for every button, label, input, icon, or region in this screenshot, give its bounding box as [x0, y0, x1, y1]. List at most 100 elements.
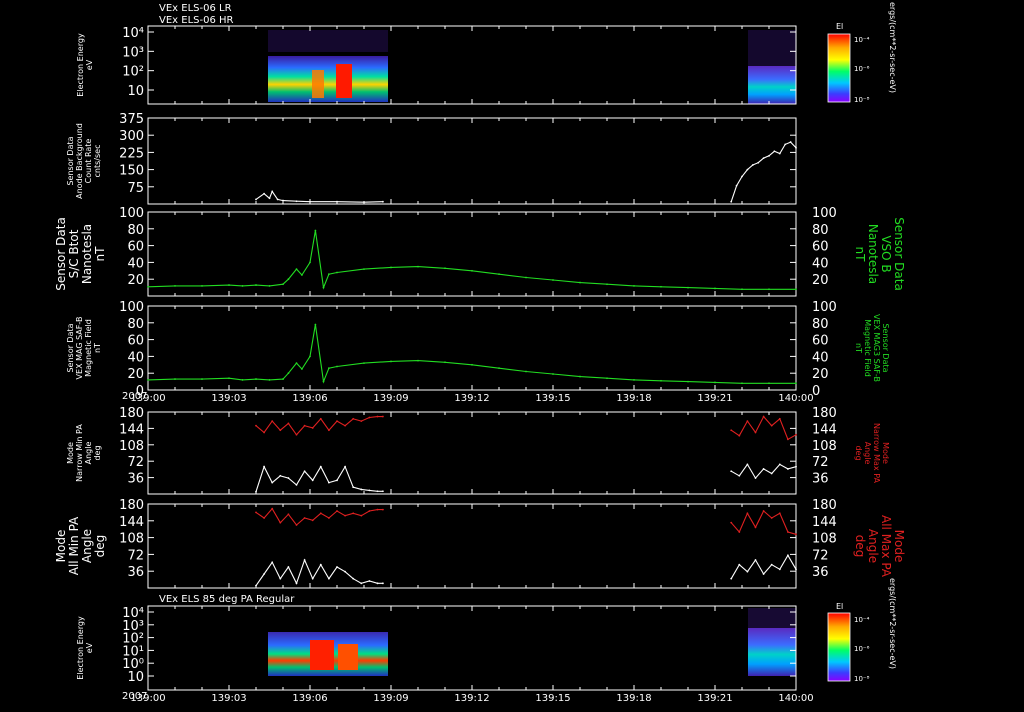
y-axis-label-line: deg	[93, 445, 102, 460]
data-point	[444, 267, 446, 270]
data-point	[352, 512, 355, 515]
data-point	[773, 150, 776, 153]
colorbar-bottom-label: El	[836, 602, 843, 611]
y-tick-label-right: 36	[812, 565, 829, 580]
y-tick-label: 10	[127, 84, 144, 99]
y-tick-label: 20	[127, 367, 144, 382]
y-axis-label-line: Nanotesla	[80, 224, 94, 284]
data-point	[768, 382, 770, 385]
panel-frame	[147, 605, 797, 691]
y-tick-label-right: 108	[812, 532, 837, 547]
footer-title: VEx ELS 85 deg PA Regular	[159, 594, 295, 605]
data-point	[795, 288, 797, 291]
panel-frame	[147, 503, 797, 589]
data-point	[319, 417, 322, 420]
data-point	[228, 377, 230, 380]
data-point	[271, 420, 274, 423]
data-point	[444, 361, 446, 364]
data-point	[268, 285, 271, 287]
y-tick-label-right: 60	[812, 334, 829, 349]
y-tick-label: 375	[119, 112, 144, 127]
data-point	[328, 577, 330, 580]
data-point	[322, 286, 325, 289]
data-point	[778, 512, 781, 515]
data-point	[336, 365, 338, 368]
data-point	[360, 514, 363, 517]
y-axis-label-line: cnts/sec	[93, 145, 102, 178]
data-point	[147, 285, 149, 288]
y-tick-label-right: 100	[812, 206, 837, 221]
data-point	[282, 378, 284, 380]
data-point	[336, 271, 338, 274]
data-point	[255, 490, 257, 493]
data-point	[390, 360, 392, 363]
data-point	[344, 465, 346, 468]
data-point	[633, 285, 635, 287]
data-point	[279, 577, 282, 580]
data-point	[382, 582, 384, 585]
data-point	[255, 584, 257, 587]
data-point	[303, 424, 306, 427]
heatmap-bottom-band-block	[748, 628, 796, 676]
y-tick-label: 80	[127, 223, 144, 238]
y-axis-label: ModeAll Min PAAngledeg	[54, 516, 107, 575]
data-point	[336, 200, 338, 203]
data-point	[730, 577, 733, 580]
y-tick-label-right: 60	[812, 240, 829, 255]
heatmap-top-band-block	[268, 56, 388, 102]
y-axis-label-right: ModeNarrow Max PAAngledeg	[854, 423, 890, 484]
panel-frame	[147, 211, 797, 297]
y-axis-label: ModeNarrow Min PAAngledeg	[66, 424, 102, 482]
data-point	[352, 577, 355, 580]
heatmap-bottom	[268, 608, 796, 676]
data-point	[525, 370, 527, 373]
data-point	[768, 288, 770, 291]
data-point	[746, 570, 749, 573]
series-line	[730, 415, 797, 441]
data-point	[382, 490, 384, 493]
data-point	[730, 521, 733, 524]
colorbar-bottom-tick: 10⁻⁶	[854, 645, 870, 653]
data-point	[255, 511, 257, 514]
data-point	[751, 164, 754, 166]
data-point	[263, 431, 265, 434]
data-point	[336, 510, 338, 512]
data-point	[363, 268, 365, 271]
colorbar-top-label: El	[836, 22, 843, 31]
data-point	[287, 422, 290, 425]
data-point	[757, 161, 760, 164]
data-point	[660, 285, 662, 288]
y-tick-label-right: 40	[812, 256, 829, 271]
plot-stage: VEx ELS-06 LR VEx ELS-06 HR VEx ELS 85 d…	[0, 0, 1024, 708]
colorbar-top-gradient	[827, 33, 851, 103]
panel-p2: 375 300 225 150 75 Sensor DataAnode Backgroun…	[66, 112, 797, 205]
heatmap-top-noise-block	[268, 30, 388, 52]
data-point	[255, 284, 257, 286]
data-point	[309, 355, 311, 358]
y-tick-label: 180	[119, 406, 144, 421]
time-tick-label: 139:12	[454, 693, 489, 704]
colorbar-top-tick: 10⁻⁸	[854, 96, 870, 104]
y-tick-label: 10	[127, 670, 144, 685]
data-point	[746, 463, 749, 466]
data-point	[271, 507, 274, 510]
y-axis-label-line: Electron Energy	[76, 33, 85, 97]
y-tick-label: 36	[127, 565, 144, 580]
series-line	[255, 465, 383, 492]
data-point	[314, 323, 317, 326]
panel-p1: 10⁴ 10³ 10² 10 Electron EnergyeV	[76, 25, 797, 105]
y-tick-label: 108	[119, 439, 144, 454]
y-tick-label: 60	[127, 240, 144, 255]
time-tick-label: 139:00	[130, 693, 165, 704]
time-tick-label: 139:18	[616, 693, 651, 704]
series-line	[147, 324, 796, 384]
data-point	[319, 563, 322, 566]
y-axis-label-line: eV	[85, 59, 94, 70]
y-axis-label-right-line: Sensor Data	[881, 323, 890, 372]
data-point	[336, 479, 338, 482]
time-tick-label: 139:03	[211, 693, 246, 704]
time-tick-label: 139:06	[292, 393, 327, 404]
data-point	[295, 268, 298, 271]
colorbar-top-tick: 10⁻⁴	[854, 36, 870, 44]
data-point	[201, 285, 203, 287]
